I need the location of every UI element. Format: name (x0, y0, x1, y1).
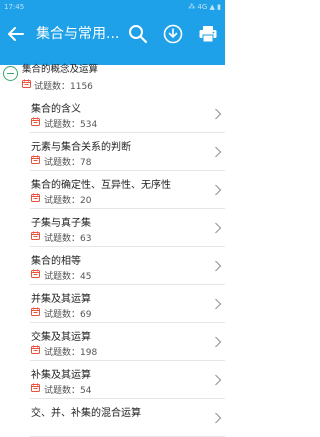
list-item[interactable]: 集合的确定性、互异性、无序性试题数：20 (0, 171, 225, 209)
item-title: 集合的含义 (31, 104, 81, 115)
calendar-icon (31, 345, 40, 354)
calendar-icon (31, 383, 40, 392)
calendar-icon (22, 79, 31, 88)
item-title: 子集与真子集 (31, 218, 91, 229)
list-item[interactable]: 集合的含义试题数：534 (0, 95, 225, 133)
group-title: 集合的概念及运算 (22, 64, 99, 75)
chevron-right-icon (215, 336, 222, 348)
chevron-right-icon (215, 146, 222, 158)
print-button[interactable] (196, 22, 220, 46)
chevron-right-icon (215, 374, 222, 386)
item-title: 集合的相等 (31, 256, 81, 267)
item-count: 试题数：54 (44, 386, 92, 396)
status-icons-text: ⁂ 4G ▲ ▮ (188, 3, 221, 11)
status-time: 17:45 (4, 3, 25, 11)
chevron-right-icon (215, 184, 222, 196)
list-item[interactable]: 元素与集合关系的判断试题数：78 (0, 133, 225, 171)
toolbar: 集合与常用... (0, 14, 225, 54)
search-icon (129, 25, 148, 44)
calendar-icon (31, 231, 40, 240)
item-count: 试题数：45 (44, 272, 92, 282)
item-title: 元素与集合关系的判断 (31, 142, 131, 153)
arrow-left-icon (8, 27, 24, 41)
list-item[interactable]: 子集与真子集试题数：63 (0, 209, 225, 247)
calendar-icon (31, 193, 40, 202)
page-title: 集合与常用... (36, 26, 120, 42)
item-count: 试题数：534 (44, 120, 98, 130)
download-button[interactable] (161, 22, 185, 46)
calendar-icon (31, 269, 40, 278)
item-count: 试题数：69 (44, 310, 92, 320)
back-button[interactable] (4, 22, 28, 46)
chevron-right-icon (215, 298, 222, 310)
list-item[interactable]: 补集及其运算试题数：54 (0, 361, 225, 399)
download-circle-icon (163, 24, 183, 44)
item-title: 交集及其运算 (31, 332, 91, 343)
calendar-icon (31, 307, 40, 316)
chevron-right-icon (215, 412, 222, 424)
search-button[interactable] (126, 22, 150, 46)
item-count: 试题数：78 (44, 158, 92, 168)
topic-group[interactable]: 集合的概念及运算 试题数：1156 (0, 55, 225, 95)
printer-icon (199, 26, 217, 43)
chevron-right-icon (215, 108, 222, 120)
status-indicators: ⁂ 4G ▲ ▮ (188, 0, 221, 14)
chevron-right-icon (215, 260, 222, 272)
item-count: 试题数：63 (44, 234, 92, 244)
item-count: 试题数：198 (44, 348, 98, 358)
group-count: 试题数：1156 (34, 82, 93, 92)
item-title: 集合的确定性、互异性、无序性 (31, 180, 171, 191)
item-title: 补集及其运算 (31, 370, 91, 381)
item-title: 交、并、补集的混合运算 (31, 408, 141, 419)
topic-list: 集合的概念及运算 试题数：1156 集合的含义 试题数：534 元素与集合关系的判断… (0, 55, 225, 437)
chevron-right-icon (215, 222, 222, 234)
minus-circle-icon[interactable] (3, 66, 18, 81)
status-bar: 17:45 ⁂ 4G ▲ ▮ (0, 0, 225, 14)
calendar-icon (31, 117, 40, 126)
list-item[interactable]: 交、并、补集的混合运算 (0, 399, 225, 437)
list-item[interactable]: 并集及其运算试题数：69 (0, 285, 225, 323)
item-count: 试题数：20 (44, 196, 92, 206)
list-item[interactable]: 集合的相等试题数：45 (0, 247, 225, 285)
item-title: 并集及其运算 (31, 294, 91, 305)
list-item[interactable]: 交集及其运算试题数：198 (0, 323, 225, 361)
calendar-icon (31, 155, 40, 164)
